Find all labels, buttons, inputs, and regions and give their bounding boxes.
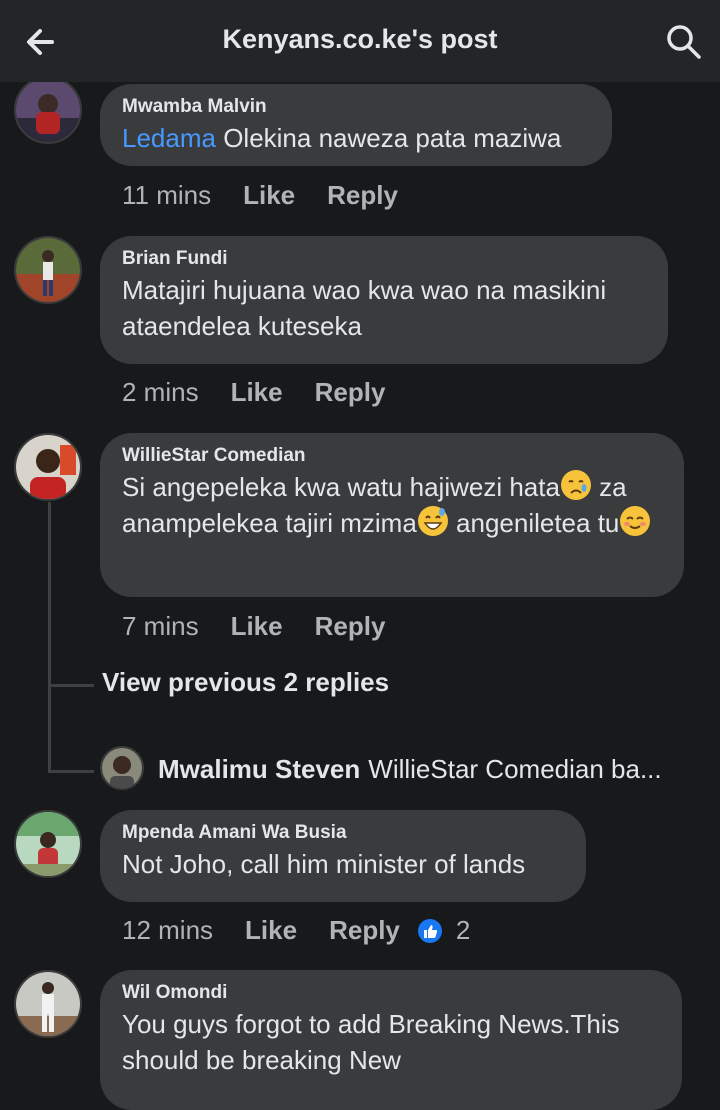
comment-text: You guys forgot to add Breaking News.Thi… <box>122 1009 620 1075</box>
like-reaction-icon[interactable] <box>417 918 442 943</box>
timestamp: 11 mins <box>122 180 212 210</box>
avatar[interactable] <box>14 810 82 878</box>
thread-line <box>48 502 51 772</box>
comment-text: Matajiri hujuana wao kwa wao na masikini… <box>122 275 607 341</box>
comment-actions: 11 mins Like Reply <box>122 180 398 211</box>
avatar[interactable] <box>14 970 82 1038</box>
avatar[interactable] <box>14 236 82 304</box>
avatar[interactable] <box>14 76 82 144</box>
comment-actions: 2 mins Like Reply <box>122 377 385 408</box>
comment-bubble[interactable]: Mwamba Malvin Ledama Olekina naweza pata… <box>100 84 612 166</box>
comment-actions: 7 mins Like Reply <box>122 611 385 642</box>
like-button[interactable]: Like <box>231 611 283 642</box>
search-icon <box>667 25 701 59</box>
reply-button[interactable]: Reply <box>329 915 400 946</box>
comment-author[interactable]: Mpenda Amani Wa Busia <box>122 822 564 844</box>
comment-text-body: Olekina naweza pata maziwa <box>215 123 562 153</box>
smiling-blush-emoji-icon <box>620 506 651 536</box>
reply-preview[interactable]: Mwalimu Steven WillieStar Comedian ba... <box>100 746 710 790</box>
page-title: Kenyans.co.ke's post <box>222 24 498 54</box>
comment-bubble[interactable]: WillieStar Comedian Si angepeleka kwa wa… <box>100 433 684 597</box>
reply-author[interactable]: Mwalimu Steven <box>158 754 360 784</box>
comment-text: Si angepeleka kwa watu hajiwezi hata za … <box>122 469 662 541</box>
view-previous-replies-link[interactable]: View previous 2 replies <box>102 667 389 698</box>
comment-bubble[interactable]: Brian Fundi Matajiri hujuana wao kwa wao… <box>100 236 668 364</box>
timestamp: 2 mins <box>122 377 199 407</box>
timestamp: 7 mins <box>122 611 199 641</box>
reply-button[interactable]: Reply <box>315 377 386 408</box>
thread-line <box>48 770 94 773</box>
comment-text-part: angeniletea tu <box>448 508 620 538</box>
comment-text-part: Si angepeleka kwa watu hajiwezi hata <box>122 472 560 502</box>
reply-preview-text: Mwalimu Steven WillieStar Comedian ba... <box>158 754 708 785</box>
comment-actions: 12 mins Like Reply 2 <box>122 915 470 946</box>
timestamp: 12 mins <box>122 915 214 945</box>
comment-author[interactable]: Mwamba Malvin <box>122 96 590 118</box>
like-button[interactable]: Like <box>243 180 295 211</box>
thread-line <box>48 684 94 687</box>
search-button[interactable] <box>664 22 704 62</box>
comment-author[interactable]: Brian Fundi <box>122 248 646 270</box>
like-button[interactable]: Like <box>231 377 283 408</box>
like-button[interactable]: Like <box>245 915 297 946</box>
top-bar: Kenyans.co.ke's post <box>0 0 720 82</box>
comment-bubble[interactable]: Wil Omondi You guys forgot to add Breaki… <box>100 970 682 1110</box>
comment-text: Ledama Olekina naweza pata maziwa <box>122 120 590 156</box>
grinning-sweat-emoji-icon <box>417 506 448 536</box>
reply-snippet: WillieStar Comedian ba... <box>368 754 662 784</box>
comment-bubble[interactable]: Mpenda Amani Wa Busia Not Joho, call him… <box>100 810 586 902</box>
comment-text: Not Joho, call him minister of lands <box>122 849 526 879</box>
crying-face-emoji-icon <box>560 470 591 500</box>
reaction-count[interactable]: 2 <box>456 915 470 946</box>
reply-button[interactable]: Reply <box>315 611 386 642</box>
avatar[interactable] <box>14 433 82 501</box>
mention-link[interactable]: Ledama <box>122 123 216 153</box>
comment-author[interactable]: WillieStar Comedian <box>122 445 662 467</box>
reply-button[interactable]: Reply <box>327 180 398 211</box>
avatar[interactable] <box>100 746 144 790</box>
comment-author[interactable]: Wil Omondi <box>122 982 660 1004</box>
